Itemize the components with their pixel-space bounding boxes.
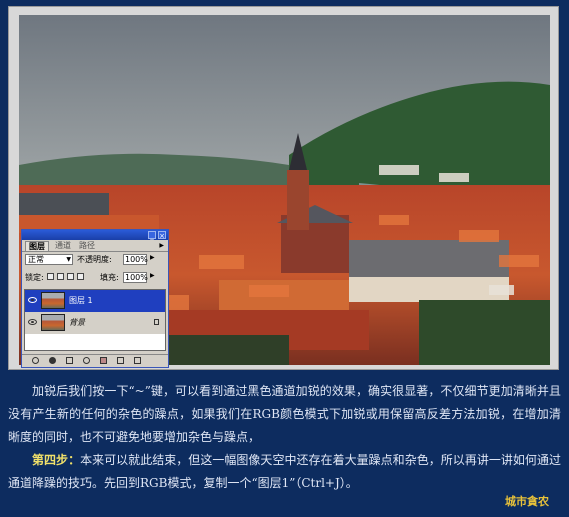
layers-panel: _ × 图层 通道 路径 ▶ 正常 ▼ 不透明度: 100% ▶ 锁定: 填充:…	[21, 229, 169, 368]
visibility-eye-icon[interactable]	[28, 297, 37, 303]
article-text: 加锐后我们按一下“~”键，可以看到通过黑色通道加锐的效果，确实很显著，不仅细节更…	[8, 380, 561, 495]
fill-input[interactable]: 100%	[123, 272, 148, 283]
layer-name: 图层 1	[69, 296, 93, 305]
tab-channels[interactable]: 通道	[52, 241, 74, 251]
lock-pixels-icon[interactable]	[57, 273, 64, 280]
blend-mode-value: 正常	[28, 255, 44, 264]
layers-list: 图层 1 背景	[24, 289, 166, 351]
author-signature: 城市貪农	[505, 495, 549, 508]
fill-label: 填充:	[100, 273, 119, 282]
panel-menu-icon[interactable]: ▶	[159, 242, 164, 249]
blend-row: 正常 ▼ 不透明度: 100% ▶	[22, 253, 168, 267]
layer-style-icon[interactable]	[49, 357, 56, 364]
lock-label: 锁定:	[25, 273, 44, 282]
layer-thumbnail	[41, 292, 65, 309]
adjustment-layer-icon[interactable]	[83, 357, 90, 364]
paragraph-1: 加锐后我们按一下“~”键，可以看到通过黑色通道加锐的效果，确实很显著，不仅细节更…	[8, 384, 561, 444]
visibility-eye-icon[interactable]	[28, 319, 37, 325]
panel-tabs: 图层 通道 路径 ▶	[22, 240, 168, 252]
fill-arrow-icon[interactable]: ▶	[150, 272, 155, 279]
tab-paths[interactable]: 路径	[76, 241, 98, 251]
opacity-arrow-icon[interactable]: ▶	[150, 254, 155, 261]
opacity-label: 不透明度:	[77, 255, 112, 264]
mask-icon[interactable]	[66, 357, 73, 364]
new-group-icon[interactable]	[100, 357, 107, 364]
layer-name: 背景	[69, 318, 85, 327]
paragraph-2: 第四步：本来可以就此结束，但这一幅图像天空中还存在着大量躁点和杂色，所以再讲一讲…	[8, 449, 561, 495]
lock-icon	[154, 319, 159, 325]
chevron-down-icon: ▼	[66, 256, 71, 263]
layer-thumbnail	[41, 314, 65, 331]
opacity-input[interactable]: 100%	[123, 254, 148, 265]
layer-row-background[interactable]: 背景	[25, 312, 165, 334]
trash-icon[interactable]	[134, 357, 141, 364]
new-layer-icon[interactable]	[117, 357, 124, 364]
lock-position-icon[interactable]	[67, 273, 74, 280]
lock-transparency-icon[interactable]	[47, 273, 54, 280]
blend-mode-select[interactable]: 正常 ▼	[25, 254, 73, 265]
lock-row: 锁定: 填充: 100% ▶	[22, 271, 168, 285]
step-text: 本来可以就此结束，但这一幅图像天空中还存在着大量躁点和杂色，所以再讲一讲如何通过…	[8, 453, 561, 490]
link-icon[interactable]	[32, 357, 39, 364]
minimize-button[interactable]: _	[148, 231, 156, 240]
panel-titlebar: _ ×	[22, 230, 168, 240]
layer-row-layer1[interactable]: 图层 1	[25, 290, 165, 312]
panel-footer	[22, 354, 168, 367]
step-label: 第四步：	[32, 453, 81, 467]
tab-layers[interactable]: 图层	[25, 241, 49, 251]
lock-all-icon[interactable]	[77, 273, 84, 280]
close-button[interactable]: ×	[158, 231, 166, 240]
